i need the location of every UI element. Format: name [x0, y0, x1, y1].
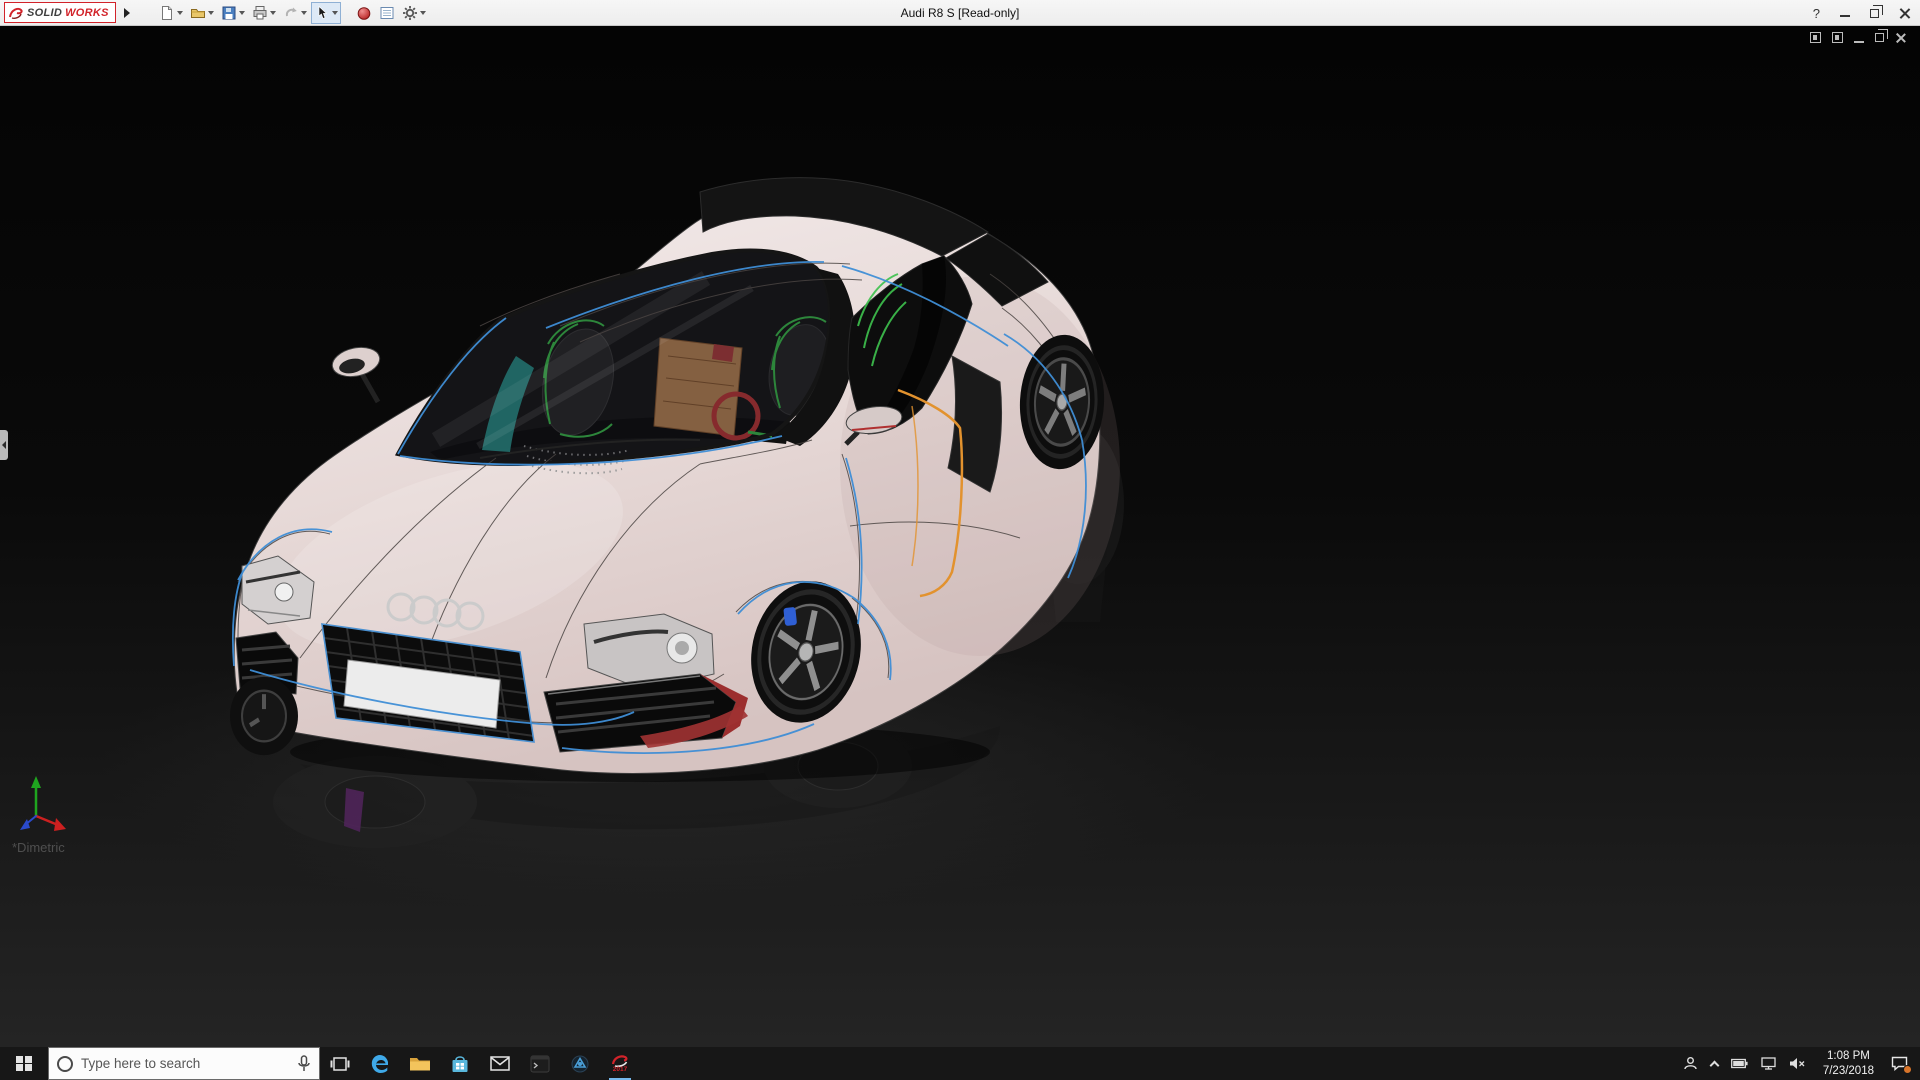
store-button[interactable] [440, 1047, 480, 1080]
save-floppy-icon [222, 6, 236, 19]
new-document-button[interactable] [156, 2, 186, 24]
edrawings-app-icon [571, 1055, 589, 1072]
task-pane-button[interactable] [376, 2, 398, 24]
dropdown-caret-icon[interactable] [419, 10, 426, 15]
solidworks-app-button[interactable]: 2017 [600, 1047, 640, 1080]
network-icon[interactable] [1761, 1057, 1776, 1070]
print-icon [253, 5, 267, 19]
brand-text-works: WORKS [65, 6, 109, 19]
edit-appearance-button[interactable] [353, 2, 375, 24]
microphone-icon[interactable] [297, 1054, 311, 1073]
document-title: Audi R8 S [Read-only] [900, 5, 1020, 20]
mail-button[interactable] [480, 1047, 520, 1080]
start-button[interactable] [0, 1047, 48, 1080]
dropdown-caret-icon[interactable] [300, 10, 307, 15]
task-view-button[interactable] [320, 1047, 360, 1080]
help-button[interactable]: ? [1813, 6, 1820, 21]
terminal-app-button[interactable] [520, 1047, 560, 1080]
windows-logo-icon [16, 1055, 32, 1072]
action-center-button[interactable] [1891, 1056, 1912, 1074]
mail-envelope-icon [490, 1056, 510, 1071]
edge-button[interactable] [360, 1047, 400, 1080]
undo-arrow-icon [285, 7, 297, 16]
featuremanager-collapse-tab[interactable] [0, 430, 8, 460]
quick-toolbar [156, 1, 429, 24]
search-input[interactable] [81, 1056, 289, 1071]
solidworks-year-label: 2017 [612, 1065, 628, 1073]
minimize-button[interactable] [1840, 15, 1850, 17]
model-render-audi-r8[interactable]: *Dimetric [0, 26, 1920, 1047]
dropdown-caret-icon[interactable] [207, 10, 214, 15]
graphics-area[interactable]: *Dimetric [0, 26, 1920, 1047]
system-tray: 1:08 PM 7/23/2018 [1683, 1047, 1920, 1080]
pane-icon[interactable] [1832, 32, 1843, 43]
windows-taskbar: 2017 1:08 PM 7/23/2018 [0, 1047, 1920, 1080]
print-button[interactable] [249, 2, 279, 24]
solidworks-logo: SOLID WORKS [4, 2, 116, 23]
brake-caliper-blue [783, 607, 797, 626]
undo-button[interactable] [280, 2, 310, 24]
doc-minimize-icon[interactable] [1854, 40, 1864, 43]
clock-date: 7/23/2018 [1822, 1064, 1874, 1077]
store-bag-icon [452, 1055, 468, 1072]
open-folder-icon [190, 8, 205, 18]
gear-icon [402, 5, 417, 20]
taskbar-search[interactable] [48, 1047, 320, 1080]
dropdown-caret-icon[interactable] [269, 10, 276, 15]
cortana-icon [57, 1055, 73, 1072]
terminal-app-icon [530, 1055, 550, 1072]
people-icon[interactable] [1683, 1056, 1698, 1071]
pane-icon[interactable] [1810, 32, 1821, 43]
wheel-front-left [230, 676, 298, 756]
dropdown-caret-icon[interactable] [238, 10, 245, 15]
dropdown-caret-icon[interactable] [176, 10, 183, 15]
folder-icon [410, 1057, 430, 1070]
select-tool-button[interactable] [310, 1, 341, 24]
edrawings-app-button[interactable] [560, 1047, 600, 1080]
notification-badge [1903, 1065, 1912, 1074]
select-cursor-icon [318, 5, 327, 19]
appearance-ball-icon [357, 6, 371, 20]
file-explorer-button[interactable] [400, 1047, 440, 1080]
doc-close-icon[interactable] [1895, 32, 1906, 43]
dassault-swirl-icon [9, 7, 23, 19]
dropdown-caret-icon[interactable] [331, 10, 338, 15]
options-button[interactable] [399, 2, 429, 24]
battery-icon[interactable] [1730, 1058, 1748, 1069]
open-document-button[interactable] [187, 2, 217, 24]
task-view-icon [330, 1056, 350, 1071]
document-window-controls [1810, 29, 1906, 43]
save-button[interactable] [218, 2, 248, 24]
restore-button[interactable] [1870, 4, 1883, 18]
solidworks-app-icon [611, 1055, 628, 1067]
hidden-icons-chevron-icon[interactable] [1709, 1060, 1720, 1070]
window-controls: ? [1813, 0, 1910, 26]
taskbar-clock[interactable]: 1:08 PM 7/23/2018 [1819, 1049, 1878, 1079]
brand-text-solid: SOLID [27, 6, 63, 19]
clock-time: 1:08 PM [1827, 1049, 1870, 1062]
edge-icon [371, 1054, 388, 1073]
doc-restore-icon[interactable] [1875, 29, 1888, 42]
close-button[interactable] [1899, 8, 1910, 19]
menu-flyout-arrow-icon[interactable] [123, 7, 130, 18]
task-pane-icon [380, 6, 394, 19]
titlebar: SOLID WORKS Audi R8 S [Read-only] ? [0, 0, 1920, 26]
view-orientation-label: *Dimetric [12, 840, 65, 855]
new-document-icon [161, 5, 172, 20]
volume-muted-icon[interactable] [1789, 1057, 1806, 1070]
